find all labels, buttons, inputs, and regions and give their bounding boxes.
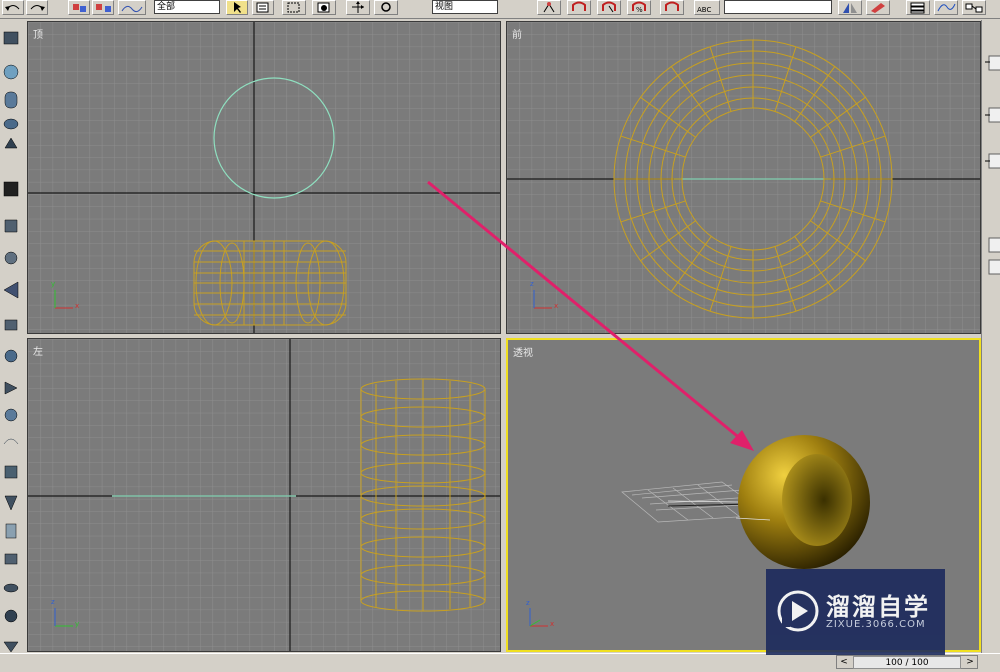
axis-y-label: y [51, 280, 56, 288]
select-by-name-icon[interactable] [252, 0, 274, 15]
axis-x-label: x [75, 302, 80, 310]
angle-snap-icon[interactable] [597, 0, 621, 15]
spacewarps-icon [3, 281, 19, 299]
rectangular-selection-icon[interactable] [282, 0, 306, 15]
unlink-icon[interactable] [92, 0, 114, 15]
axis-x-label: x [550, 620, 555, 628]
align-icon[interactable] [866, 0, 890, 15]
schematic-view-icon[interactable] [962, 0, 986, 15]
command-panel[interactable] [981, 20, 1000, 660]
systems-icon [4, 319, 18, 331]
left-toolbar-icons [3, 31, 19, 653]
text-icon [4, 495, 18, 511]
viewport-label-front[interactable]: 前 [512, 26, 522, 41]
curve-editor-icon[interactable] [934, 0, 958, 15]
viewport-label-top[interactable]: 顶 [33, 26, 43, 41]
layer-manager-icon[interactable] [906, 0, 930, 15]
undo-icon[interactable] [2, 0, 24, 15]
torus-hole [782, 454, 852, 546]
mirror-icon[interactable] [838, 0, 862, 15]
viewport-front-canvas [507, 22, 980, 333]
viewport-top[interactable]: 顶 x y [27, 21, 501, 334]
redo-icon[interactable] [26, 0, 48, 15]
axis-z-label: z [530, 280, 534, 288]
snaps-toggle-icon[interactable] [567, 0, 591, 15]
edit-named-selections-icon[interactable]: ABC [694, 0, 720, 15]
axis-y-label: y [75, 620, 80, 628]
viewport-front[interactable]: 前 x z [506, 21, 981, 334]
time-slider-frame-readout[interactable]: 100 / 100 [853, 656, 961, 669]
viewport-top-canvas [28, 22, 500, 333]
viewport-left-canvas [28, 339, 500, 651]
circle-icon [4, 408, 18, 422]
bind-space-warp-icon[interactable] [118, 0, 146, 15]
viewport-label-left[interactable]: 左 [33, 343, 43, 358]
cylinder-icon [4, 91, 18, 109]
watermark-logo: 溜溜自学 ZIXUE.3066.COM [766, 569, 945, 655]
watermark-title: 溜溜自学 [826, 593, 930, 621]
time-slider-next-button[interactable]: > [964, 656, 976, 668]
sphere-icon [3, 64, 19, 80]
select-and-move-icon[interactable] [346, 0, 370, 15]
line-icon [4, 381, 18, 395]
viewport-label-perspective[interactable]: 透视 [513, 344, 533, 359]
play-logo-icon [777, 590, 819, 632]
spinner-snap-icon[interactable] [660, 0, 684, 15]
axis-x-label: x [554, 302, 559, 310]
donut-icon [4, 609, 18, 623]
section-icon [5, 523, 17, 539]
main-toolbar: 全部 视图 % ABC [0, 0, 1000, 19]
named-selection-sets-field[interactable] [724, 0, 832, 14]
shapes-icon [4, 349, 18, 363]
link-icon[interactable] [68, 0, 90, 15]
percent-snap-icon[interactable]: % [627, 0, 651, 15]
ellipse-icon [3, 583, 19, 593]
time-slider[interactable]: < 100 / 100 > [836, 655, 978, 669]
command-panel-rollouts [985, 55, 1000, 275]
rectangle-icon [4, 553, 18, 565]
left-toolbar [0, 20, 24, 660]
star-icon [3, 641, 19, 653]
time-slider-prev-button[interactable]: < [838, 656, 850, 668]
reference-coordinate-dropdown[interactable]: 视图 [432, 0, 498, 14]
ngon-icon [4, 465, 18, 479]
window-crossing-icon[interactable] [312, 0, 336, 15]
axis-z-label: z [51, 598, 55, 606]
lights-icon [3, 181, 19, 197]
axis-z-label: z [526, 599, 530, 607]
box-icon [3, 31, 19, 45]
arc-icon [3, 438, 19, 445]
cone-icon [4, 137, 18, 149]
svg-text:%: % [636, 6, 643, 14]
cameras-icon [4, 219, 18, 233]
svg-text:ABC: ABC [697, 6, 711, 14]
selection-filter-dropdown[interactable]: 全部 [154, 0, 220, 14]
viewport-left[interactable]: 左 y z [27, 338, 501, 652]
select-object-icon[interactable] [226, 0, 248, 15]
watermark-url: ZIXUE.3066.COM [826, 619, 926, 630]
torus-icon [3, 118, 19, 130]
select-and-manipulate-icon[interactable] [537, 0, 561, 15]
helpers-icon [4, 251, 18, 265]
select-and-rotate-icon[interactable] [374, 0, 398, 15]
